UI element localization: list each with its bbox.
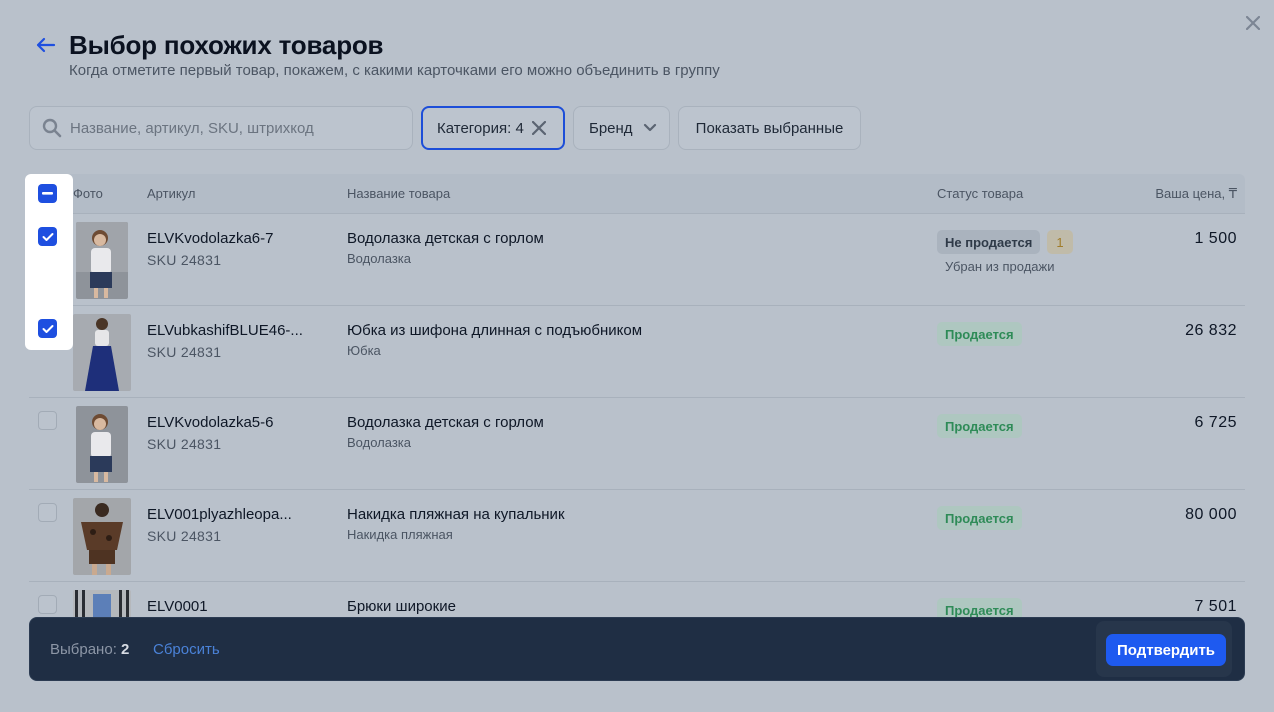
page-subtitle: Когда отметите первый товар, покажем, с … [69,62,720,79]
products-table: Фото Артикул Название товара Статус това… [25,174,1245,617]
product-sku: SKU 24831 [147,344,222,360]
selection-footer: Выбрано: 2 Сбросить Подтвердить [29,617,1245,681]
product-price: 6 725 [1194,414,1237,431]
table-header: Фото Артикул Название товара Статус това… [29,174,1245,214]
column-header-price: Ваша цена, ₸ [1155,186,1237,201]
selected-count-label: Выбрано: 2 [50,641,130,658]
status-badge: Продается [937,598,1022,617]
selected-count: 2 [121,641,130,658]
product-category: Водолазка [347,435,411,450]
product-price: 1 500 [1194,230,1237,247]
clear-icon[interactable] [531,121,546,135]
brand-filter-label: Бренд [589,119,633,137]
product-photo [76,406,128,483]
product-price: 7 501 [1194,598,1237,615]
product-category: Накидка пляжная [347,527,453,542]
product-photo [73,590,131,617]
product-name: Юбка из шифона длинная с подъюбником [347,322,643,339]
product-article: ELVKvodolazka5-6 [147,414,274,431]
status-badge: Продается [937,414,1022,438]
reset-link[interactable]: Сбросить [153,641,220,658]
product-category: Водолазка [347,251,411,266]
row-checkbox[interactable] [38,319,57,338]
search-icon [42,118,62,138]
product-article: ELVKvodolazka6-7 [147,230,274,247]
status-badge: Продается [937,506,1022,530]
product-sku: SKU 24831 [147,436,222,452]
product-article: ELVubkashifBLUE46-... [147,322,303,339]
show-selected-label: Показать выбранные [695,119,844,137]
product-name: Брюки широкие [347,598,456,615]
product-name: Водолазка детская с горлом [347,230,544,247]
column-header-photo: Фото [73,186,103,201]
table-row[interactable]: ELVubkashifBLUE46-... SKU 24831 Юбка из … [29,306,1245,398]
product-sku: SKU 24831 [147,528,222,544]
search-field[interactable] [29,106,413,150]
product-price: 80 000 [1185,506,1237,523]
product-name: Накидка пляжная на купальник [347,506,565,523]
product-photo [73,314,131,391]
column-header-status: Статус товара [937,186,1024,201]
minus-icon [42,192,53,195]
search-input[interactable] [70,119,390,137]
product-article: ELV001plyazhleopa... [147,506,292,523]
status-reason: Убран из продажи [945,259,1055,274]
category-filter-label: Категория: 4 [437,119,524,137]
select-all-checkbox[interactable] [38,184,57,203]
column-header-name: Название товара [347,186,451,201]
chevron-down-icon [643,123,657,133]
close-icon[interactable] [1240,10,1266,36]
row-checkbox[interactable] [38,595,57,614]
row-checkbox[interactable] [38,227,57,246]
table-row[interactable]: ELV0001 Брюки широкие Продается 7 501 [29,582,1245,617]
row-checkbox[interactable] [38,411,57,430]
table-body: ELVKvodolazka6-7 SKU 24831 Водолазка дет… [29,214,1245,617]
table-row[interactable]: ELVKvodolazka5-6 SKU 24831 Водолазка дет… [29,398,1245,490]
product-photo [76,222,128,299]
product-category: Юбка [347,343,381,358]
checkmark-icon [42,324,53,333]
category-filter-chip[interactable]: Категория: 4 [421,106,565,150]
product-sku: SKU 24831 [147,252,222,268]
status-count-badge: 1 [1047,230,1073,254]
product-article: ELV0001 [147,598,208,615]
confirm-button[interactable]: Подтвердить [1106,634,1226,666]
product-price: 26 832 [1185,322,1237,339]
table-row[interactable]: ELVKvodolazka6-7 SKU 24831 Водолазка дет… [29,214,1245,306]
status-badge: Не продается [937,230,1041,254]
confirm-button-focus-ring: Подтвердить [1096,621,1232,677]
product-name: Водолазка детская с горлом [347,414,544,431]
back-arrow-icon[interactable] [34,36,56,54]
status-badge: Продается [937,322,1022,346]
brand-filter-dropdown[interactable]: Бренд [573,106,670,150]
table-row[interactable]: ELV001plyazhleopa... SKU 24831 Накидка п… [29,490,1245,582]
row-checkbox[interactable] [38,503,57,522]
checkmark-icon [42,232,53,241]
page-title: Выбор похожих товаров [69,30,384,60]
column-header-article: Артикул [147,186,196,201]
show-selected-button[interactable]: Показать выбранные [678,106,861,150]
product-photo [73,498,131,575]
